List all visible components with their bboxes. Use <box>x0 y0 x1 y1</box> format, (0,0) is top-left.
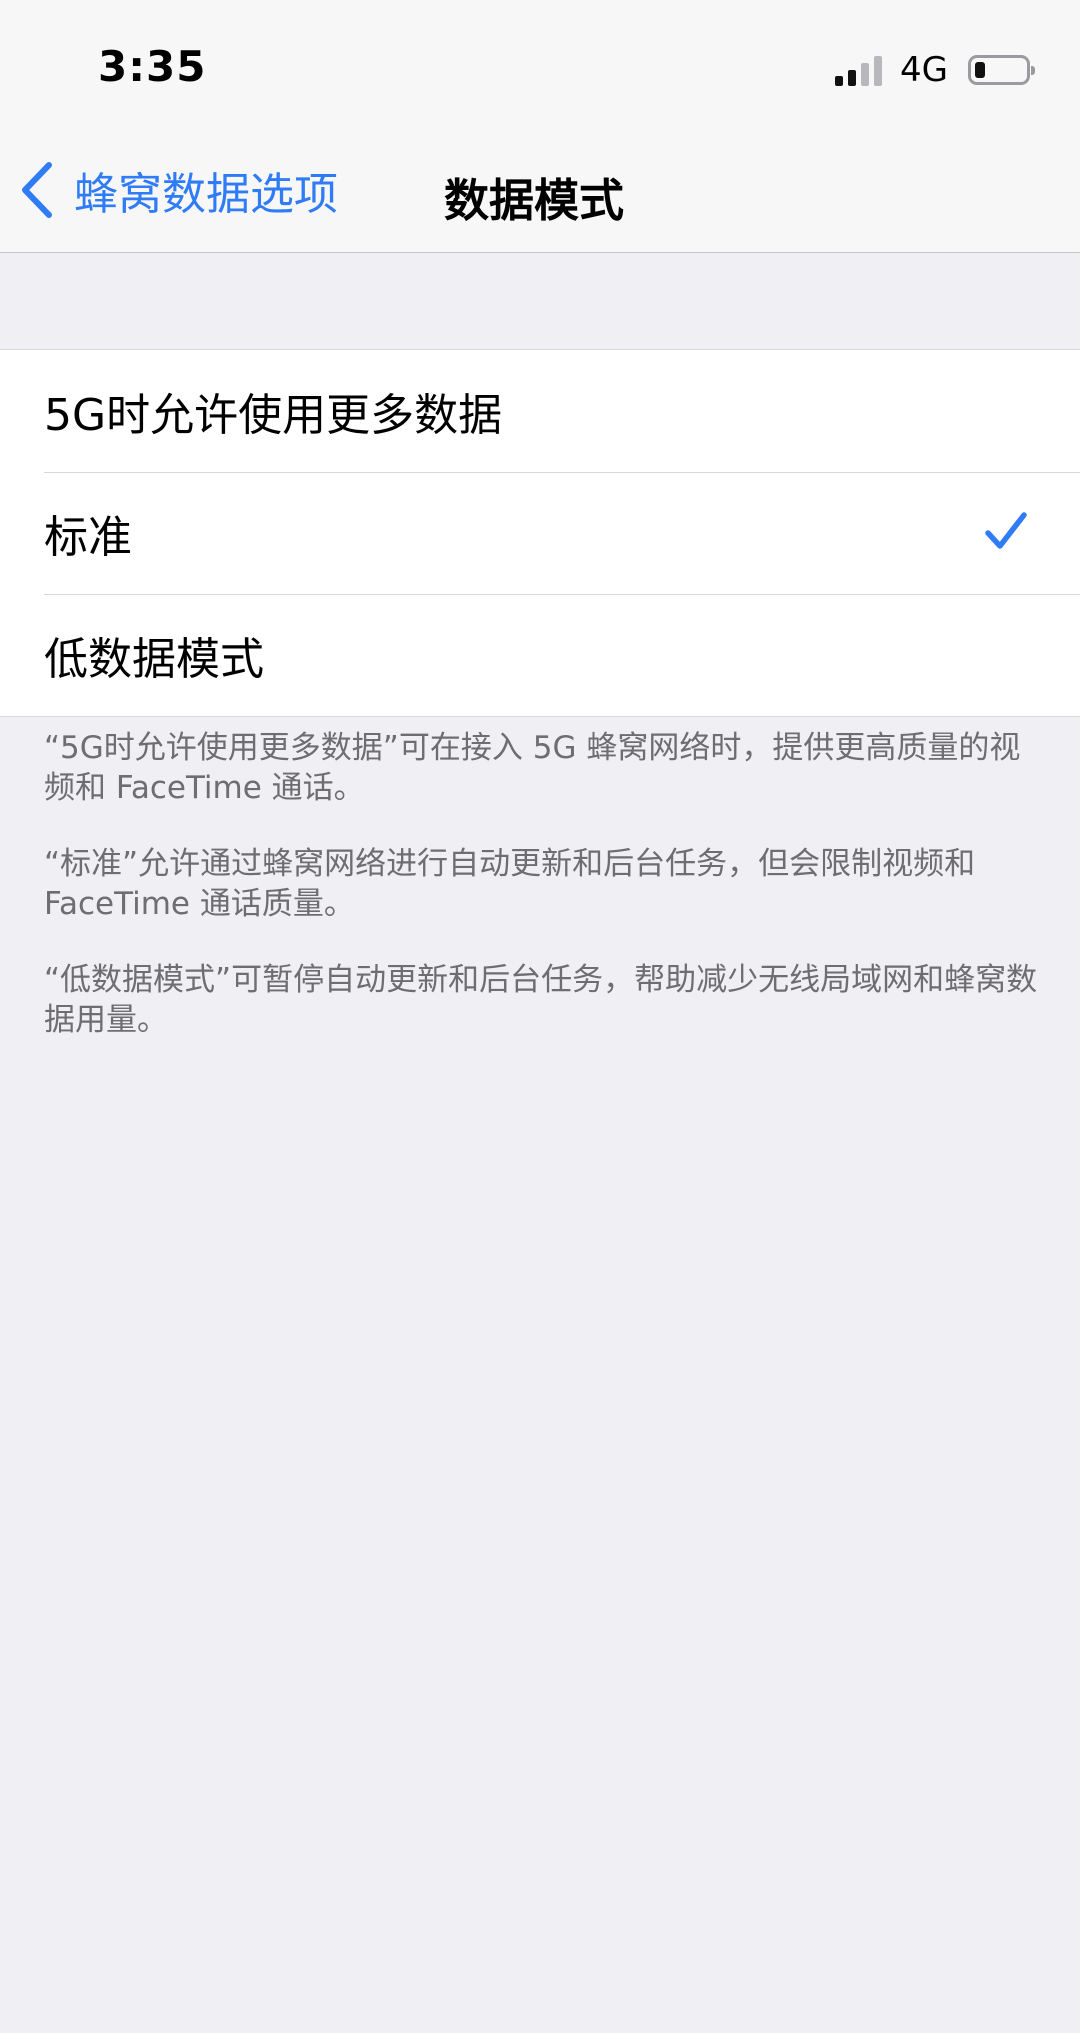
back-button-label: 蜂窝数据选项 <box>74 169 338 220</box>
battery-level-fill <box>975 62 985 78</box>
option-label: 低数据模式 <box>44 634 264 685</box>
options-description: “5G时允许使用更多数据”可在接入 5G 蜂窝网络时，提供更高质量的视频和 Fa… <box>44 728 1044 1076</box>
cellular-signal-icon <box>835 54 883 86</box>
option-label: 5G时允许使用更多数据 <box>44 390 503 441</box>
checkmark-icon <box>985 512 1027 549</box>
description-paragraph: “标准”允许通过蜂窝网络进行自动更新和后台任务，但会限制视频和 FaceTime… <box>44 846 976 922</box>
status-bar: 3:35 4G <box>0 0 1080 120</box>
description-paragraph: “低数据模式”可暂停自动更新和后台任务，帮助减少无线局域网和蜂窝数据用量。 <box>44 962 1038 1038</box>
status-time: 3:35 <box>98 42 207 91</box>
battery-icon <box>968 55 1035 85</box>
status-indicators: 4G <box>835 50 1035 90</box>
description-paragraph: “5G时允许使用更多数据”可在接入 5G 蜂窝网络时，提供更高质量的视频和 Fa… <box>44 730 1021 806</box>
back-button[interactable]: 蜂窝数据选项 <box>20 160 338 220</box>
data-mode-options: 5G时允许使用更多数据 标准 低数据模式 <box>0 349 1080 717</box>
option-low-data-mode[interactable]: 低数据模式 <box>0 594 1080 716</box>
navigation-bar: 蜂窝数据选项 数据模式 <box>0 120 1080 253</box>
chevron-left-icon <box>22 162 52 218</box>
page-title: 数据模式 <box>444 174 625 227</box>
option-allow-more-data-5g[interactable]: 5G时允许使用更多数据 <box>0 350 1080 472</box>
network-type-label: 4G <box>900 50 948 90</box>
option-label: 标准 <box>44 512 132 563</box>
battery-nub <box>1031 66 1035 75</box>
option-standard[interactable]: 标准 <box>0 472 1080 594</box>
